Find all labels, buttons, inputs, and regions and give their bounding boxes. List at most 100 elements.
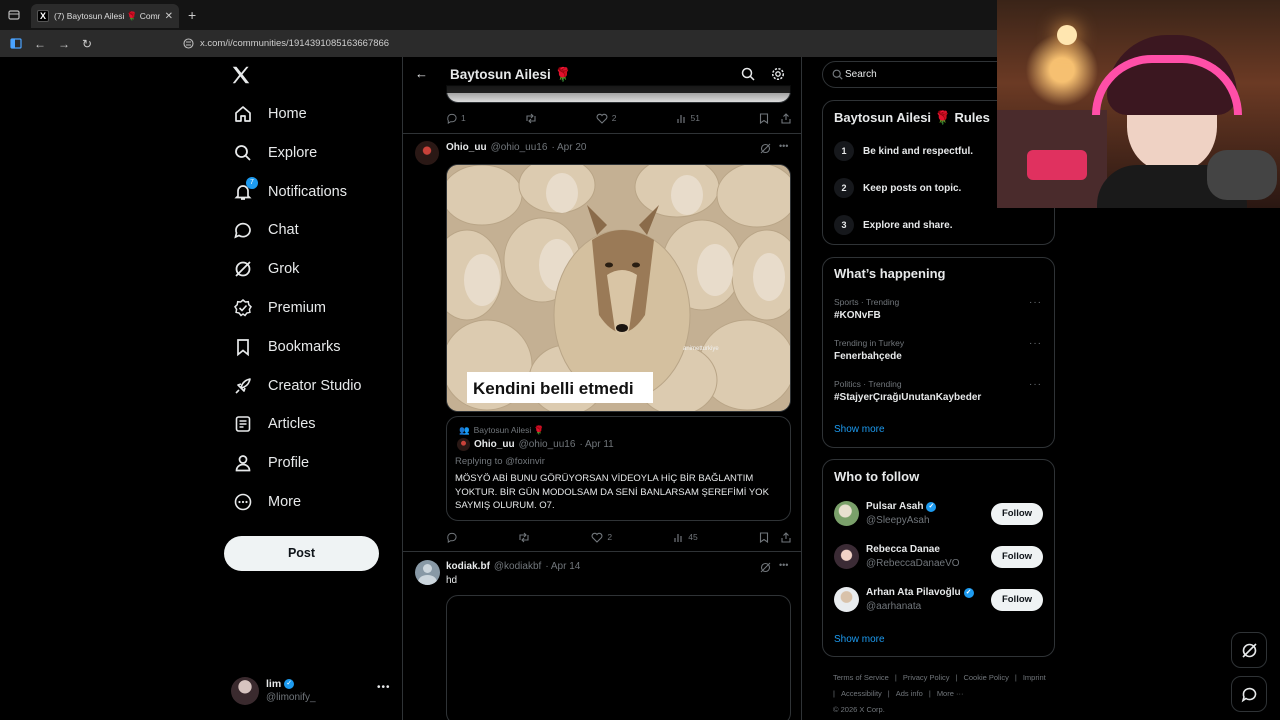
more-icon[interactable]: ··· <box>1029 297 1042 308</box>
footer-link[interactable]: More ··· <box>937 686 964 702</box>
post-button[interactable]: Post <box>224 536 379 571</box>
avatar[interactable] <box>834 544 859 569</box>
reply-button[interactable]: 1 <box>446 113 466 124</box>
trend-item[interactable]: Sports · Trending #KONvFB ··· <box>823 294 1054 330</box>
avatar[interactable] <box>415 560 440 585</box>
x-logo[interactable] <box>230 64 252 86</box>
author-name[interactable]: kodiak.bf <box>446 561 490 572</box>
share-icon[interactable] <box>781 112 791 124</box>
user-handle[interactable]: @RebeccaDanaeVO <box>866 558 960 569</box>
grok-icon[interactable] <box>760 143 771 154</box>
views-button[interactable]: 45 <box>673 532 698 543</box>
post-media[interactable] <box>446 595 791 720</box>
author-name[interactable]: Ohio_uu <box>446 142 487 153</box>
bookmark-icon[interactable] <box>759 112 769 124</box>
user-handle[interactable]: @aarhanata <box>866 601 921 612</box>
trend-item[interactable]: Trending in Turkey Fenerbahçede ··· <box>823 335 1054 371</box>
like-button[interactable]: 2 <box>591 532 612 543</box>
author-handle[interactable]: @ohio_uu16 <box>491 142 548 153</box>
user-handle[interactable]: @SleepyAsah <box>866 515 930 526</box>
sidebar-toggle-icon[interactable] <box>10 38 22 49</box>
more-icon[interactable]: ••• <box>377 682 391 693</box>
sidebar-item-label: Premium <box>268 300 327 316</box>
bookmark-icon[interactable] <box>759 531 769 543</box>
sidebar-item-bookmarks[interactable]: Bookmarks <box>226 330 347 364</box>
post-actions: 2 45 <box>446 530 791 544</box>
sidebar-item-profile[interactable]: Profile <box>226 446 315 480</box>
sidebar-item-creator-studio[interactable]: Creator Studio <box>226 369 368 403</box>
grok-icon[interactable] <box>760 562 771 573</box>
avatar[interactable] <box>834 501 859 526</box>
show-more-link[interactable]: Show more <box>834 634 885 645</box>
footer-links: Terms of Service | Privacy Policy | Cookie P… <box>833 670 1053 702</box>
user-name[interactable]: Arhan Ata Pilavoğlu ✓ <box>866 587 974 598</box>
follow-button[interactable]: Follow <box>991 589 1043 611</box>
close-tab-icon[interactable]: ✕ <box>165 11 173 22</box>
sidebar-item-more[interactable]: More <box>226 485 307 519</box>
grok-floating-button[interactable] <box>1231 632 1267 668</box>
site-info-icon[interactable] <box>183 38 194 49</box>
post-date[interactable]: · Apr 14 <box>545 561 580 572</box>
footer-separator: | <box>894 673 897 682</box>
chat-icon <box>1241 687 1257 703</box>
user-name[interactable]: Pulsar Asah ✓ <box>866 501 937 512</box>
forward-icon[interactable]: → <box>58 37 70 51</box>
like-button[interactable]: 2 <box>596 113 617 124</box>
sidebar-item-grok[interactable]: Grok <box>226 252 305 286</box>
sidebar-item-chat[interactable]: Chat <box>226 213 305 247</box>
avatar <box>457 438 470 451</box>
footer-link[interactable]: Privacy Policy <box>903 670 950 686</box>
sidebar-item-explore[interactable]: Explore <box>226 136 323 170</box>
sidebar-item-premium[interactable]: Premium <box>226 291 332 325</box>
follow-button[interactable]: Follow <box>991 546 1043 568</box>
sidebar-item-notifications[interactable]: 7 Notifications <box>226 175 353 209</box>
more-icon[interactable]: ••• <box>779 560 788 570</box>
quote-author-name[interactable]: Ohio_uu <box>474 439 515 450</box>
back-arrow-icon[interactable]: ← <box>415 66 428 81</box>
post-date[interactable]: · Apr 20 <box>551 142 586 153</box>
post-image[interactable]: animetturkiye Kendini belli etmedi <box>446 164 791 412</box>
tab-actions-icon[interactable] <box>8 9 20 21</box>
repost-button[interactable] <box>525 113 537 124</box>
avatar[interactable] <box>834 587 859 612</box>
sidebar-item-home[interactable]: Home <box>226 97 313 131</box>
replying-to[interactable]: Replying to @foxinvir <box>455 456 545 467</box>
more-icon[interactable]: ··· <box>1029 379 1042 390</box>
author-handle[interactable]: @kodiakbf <box>494 561 541 572</box>
avatar[interactable] <box>415 141 439 165</box>
reload-icon[interactable]: ↻ <box>82 37 92 51</box>
messages-floating-button[interactable] <box>1231 676 1267 712</box>
trend-item[interactable]: Politics · Trending #StajyerÇırağıUnutan… <box>823 376 1054 412</box>
quote-community[interactable]: Baytosun Ailesi 🌹 <box>474 425 545 436</box>
footer-link[interactable]: Ads info <box>896 686 923 702</box>
share-icon[interactable] <box>781 531 791 543</box>
footer-link[interactable]: Accessibility <box>841 686 882 702</box>
quoted-post[interactable]: 👥 Baytosun Ailesi 🌹 Ohio_uu @ohio_uu16 ·… <box>446 416 791 521</box>
reply-button[interactable] <box>446 532 457 543</box>
show-more-link[interactable]: Show more <box>834 424 885 435</box>
follow-button[interactable]: Follow <box>991 503 1043 525</box>
footer-link[interactable]: Cookie Policy <box>963 670 1008 686</box>
post[interactable]: Ohio_uu @ohio_uu16 · Apr 20 ••• animettu… <box>403 134 801 551</box>
back-icon[interactable]: ← <box>34 37 46 51</box>
post[interactable]: kodiak.bf @kodiakbf · Apr 14 hd ••• <box>403 552 801 720</box>
more-icon[interactable]: ••• <box>779 141 788 151</box>
page-title: Baytosun Ailesi 🌹 <box>450 67 572 82</box>
browser-tab[interactable]: X (7) Baytosun Ailesi 🌹 Communi ✕ <box>31 4 179 28</box>
sidebar-item-articles[interactable]: Articles <box>226 407 322 441</box>
trend-name: Fenerbahçede <box>834 351 902 362</box>
rule-number: 3 <box>834 215 854 235</box>
url-field[interactable]: x.com/i/communities/1914391085163667866 <box>200 38 389 49</box>
account-switcher[interactable]: lim ✓ @limonify_ ••• <box>231 676 391 706</box>
search-icon[interactable] <box>741 67 755 81</box>
footer-link[interactable]: Imprint <box>1023 670 1046 686</box>
footer-link[interactable]: Terms of Service <box>833 670 889 686</box>
repost-button[interactable] <box>518 532 530 543</box>
user-name[interactable]: Rebecca Danae <box>866 544 940 555</box>
views-button[interactable]: 51 <box>676 113 700 124</box>
search-icon <box>832 69 843 80</box>
settings-gear-icon[interactable] <box>771 67 785 81</box>
new-tab-icon[interactable]: + <box>188 7 196 23</box>
search-input[interactable]: Search <box>845 69 877 80</box>
more-icon[interactable]: ··· <box>1029 338 1042 349</box>
